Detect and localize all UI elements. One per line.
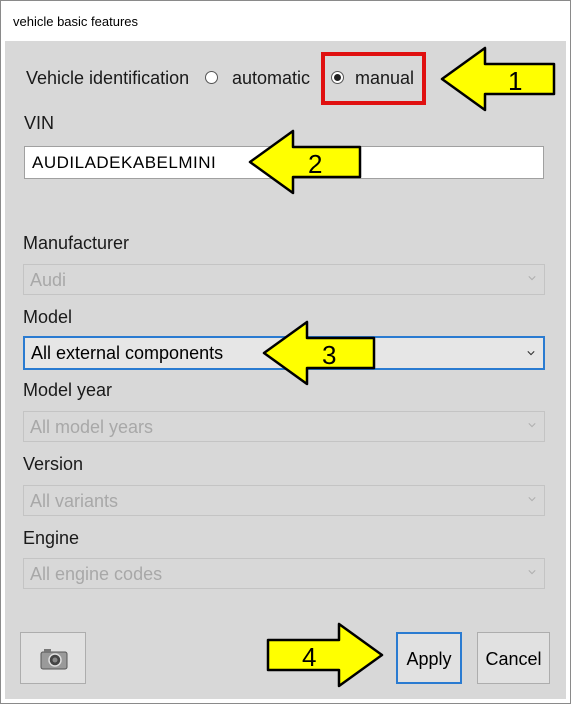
radio-automatic[interactable] [205, 71, 218, 84]
model-label: Model [23, 307, 73, 327]
manual-highlight-box [321, 52, 426, 105]
callout-number-2: 2 [308, 149, 322, 179]
engine-label: Engine [23, 528, 80, 548]
model-year-select: All model years [23, 411, 545, 442]
apply-button-label: Apply [406, 649, 452, 669]
version-label: Version [23, 454, 84, 474]
callout-arrow-2: 2 [248, 129, 362, 195]
callout-number-1: 1 [508, 66, 522, 96]
chevron-down-icon [528, 423, 536, 428]
chevron-down-icon [528, 497, 536, 502]
callout-number-4: 4 [302, 642, 316, 672]
engine-select: All engine codes [23, 558, 545, 589]
chevron-down-icon [527, 351, 535, 356]
manufacturer-label: Manufacturer [23, 233, 130, 253]
window-title: vehicle basic features [13, 14, 139, 29]
callout-number-3: 3 [322, 340, 336, 370]
camera-icon [40, 649, 68, 670]
model-value: All external components [31, 343, 224, 363]
engine-value: All engine codes [30, 564, 163, 584]
model-year-label: Model year [23, 380, 113, 400]
snapshot-button[interactable] [20, 632, 86, 684]
title-bar: vehicle basic features [1, 1, 570, 41]
radio-automatic-label[interactable]: automatic [232, 68, 310, 89]
manufacturer-value: Audi [30, 270, 67, 290]
vehicle-identification-label: Vehicle identification [26, 68, 190, 88]
chevron-down-icon [528, 570, 536, 575]
cancel-button-label: Cancel [485, 649, 542, 669]
model-year-value: All model years [30, 417, 154, 437]
vin-value: AUDILADEKABELMINI [32, 153, 217, 172]
chevron-down-icon [528, 276, 536, 281]
callout-arrow-3: 3 [262, 320, 376, 386]
manufacturer-select: Audi [23, 264, 545, 295]
callout-arrow-1: 1 [440, 46, 556, 112]
cancel-button[interactable]: Cancel [477, 632, 550, 684]
vin-label: VIN [24, 113, 55, 133]
apply-button[interactable]: Apply [396, 632, 462, 684]
version-value: All variants [30, 491, 119, 511]
version-select: All variants [23, 485, 545, 516]
callout-arrow-4: 4 [266, 622, 384, 688]
